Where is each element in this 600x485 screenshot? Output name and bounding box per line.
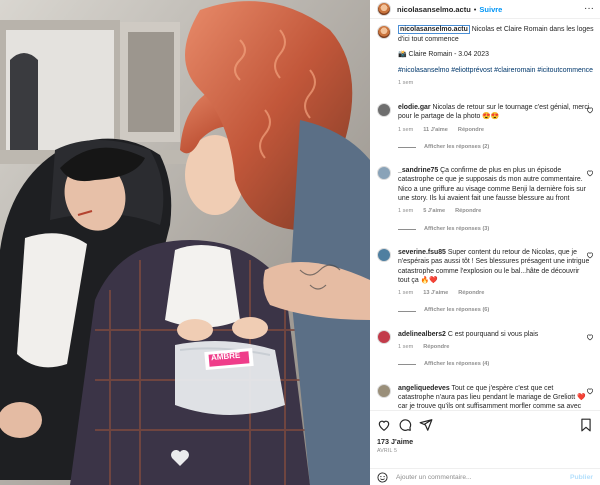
commenter-avatar[interactable] [377,102,391,117]
post-panel: nicolasanselmo.actu • Suivre ··· nicolas… [370,0,600,485]
comment-like-icon[interactable] [586,251,594,259]
comment-item: angeliquedeves Tout ce que j'espère c'es… [377,383,594,410]
commenter-username[interactable]: adelinealbers2 [398,331,446,338]
header-separator: • [473,4,477,14]
publish-button[interactable]: Publier [570,474,593,481]
caption-username[interactable]: nicolasanselmo.actu [398,25,470,34]
commenter-username[interactable]: angeliquedeves [398,385,450,392]
view-replies-button[interactable]: Afficher les réponses (6) [398,306,590,315]
follow-button[interactable]: Suivre [479,5,502,14]
comment-time: 1 sem [398,126,414,133]
commenter-avatar[interactable] [377,247,391,262]
reply-button[interactable]: Répondre [458,289,484,298]
commenter-avatar[interactable] [377,383,391,398]
comment-item: adelinealbers2 C est pourquand si vous p… [377,329,594,370]
comment-icon[interactable] [398,418,412,432]
comment-likes[interactable]: 13 J'aime [423,289,448,298]
comment-time: 1 sem [398,344,414,351]
view-replies-label: Afficher les réponses (4) [424,361,490,368]
caption-credit: 📸 Claire Romain - 3.04 2023 [398,51,489,59]
commenter-username[interactable]: severine.fsu85 [398,249,446,256]
comment-text: C est pourquand si vous plais [447,330,539,338]
comment-item: _sandrine75 Ça confirme de plus en plus … [377,166,594,234]
replies-divider [398,364,416,366]
comment-list: elodie.gar Nicolas de retour sur le tour… [377,102,594,410]
replies-divider [398,228,416,230]
author-username[interactable]: nicolasanselmo.actu [397,5,471,14]
reply-button[interactable]: Répondre [423,343,449,352]
commenter-avatar[interactable] [377,329,391,344]
comment-likes[interactable]: 11 J'aime [423,126,448,135]
post-date: AVRIL 5 [377,448,398,454]
comment-like-icon[interactable] [586,106,594,114]
caption: nicolasanselmo.actu Nicolas et Claire Ro… [377,25,594,89]
caption-avatar[interactable] [377,25,391,39]
comment-item: elodie.gar Nicolas de retour sur le tour… [377,102,594,152]
view-replies-label: Afficher les réponses (2) [424,143,490,150]
replies-divider [398,147,416,148]
reply-button[interactable]: Répondre [455,207,481,216]
post-actions: 173 J'aime AVRIL 5 [370,410,600,468]
commenter-username[interactable]: _sandrine75 [398,167,438,174]
comments-scroll[interactable]: nicolasanselmo.actu Nicolas et Claire Ro… [370,19,600,410]
add-comment-bar: Publier [370,468,600,485]
comment-like-icon[interactable] [586,169,594,177]
share-icon[interactable] [419,418,433,432]
more-options-icon[interactable]: ··· [584,4,594,14]
view-replies-label: Afficher les réponses (3) [424,225,490,232]
like-heart-icon[interactable] [377,418,391,432]
likes-count[interactable]: 173 J'aime [377,437,592,446]
reply-button[interactable]: Répondre [458,126,484,135]
bookmark-icon[interactable] [580,418,592,432]
commenter-avatar[interactable] [377,166,391,181]
caption-hashtags[interactable]: #nicolasanselmo #eliottprévost #clairero… [398,66,594,76]
caption-time: 1 sem [398,80,414,87]
replies-divider [398,310,416,312]
comment-input[interactable] [396,473,570,481]
comment-like-icon[interactable] [586,333,594,341]
post-header: nicolasanselmo.actu • Suivre ··· [370,0,600,19]
commenter-username[interactable]: elodie.gar [398,104,431,111]
comment-like-icon[interactable] [586,387,594,395]
view-replies-button[interactable]: Afficher les réponses (3) [398,225,590,234]
comment-item: severine.fsu85 Super content du retour d… [377,247,594,316]
view-replies-button[interactable]: Afficher les réponses (2) [398,143,590,152]
post-photo[interactable]: AMBRE [0,0,370,485]
comment-time: 1 sem [398,208,414,215]
view-replies-label: Afficher les réponses (6) [424,307,490,314]
comment-likes[interactable]: 5 J'aime [423,207,445,216]
view-replies-button[interactable]: Afficher les réponses (4) [398,360,590,369]
author-avatar[interactable] [377,2,391,16]
emoji-icon[interactable] [377,471,388,483]
comment-time: 1 sem [398,290,414,297]
